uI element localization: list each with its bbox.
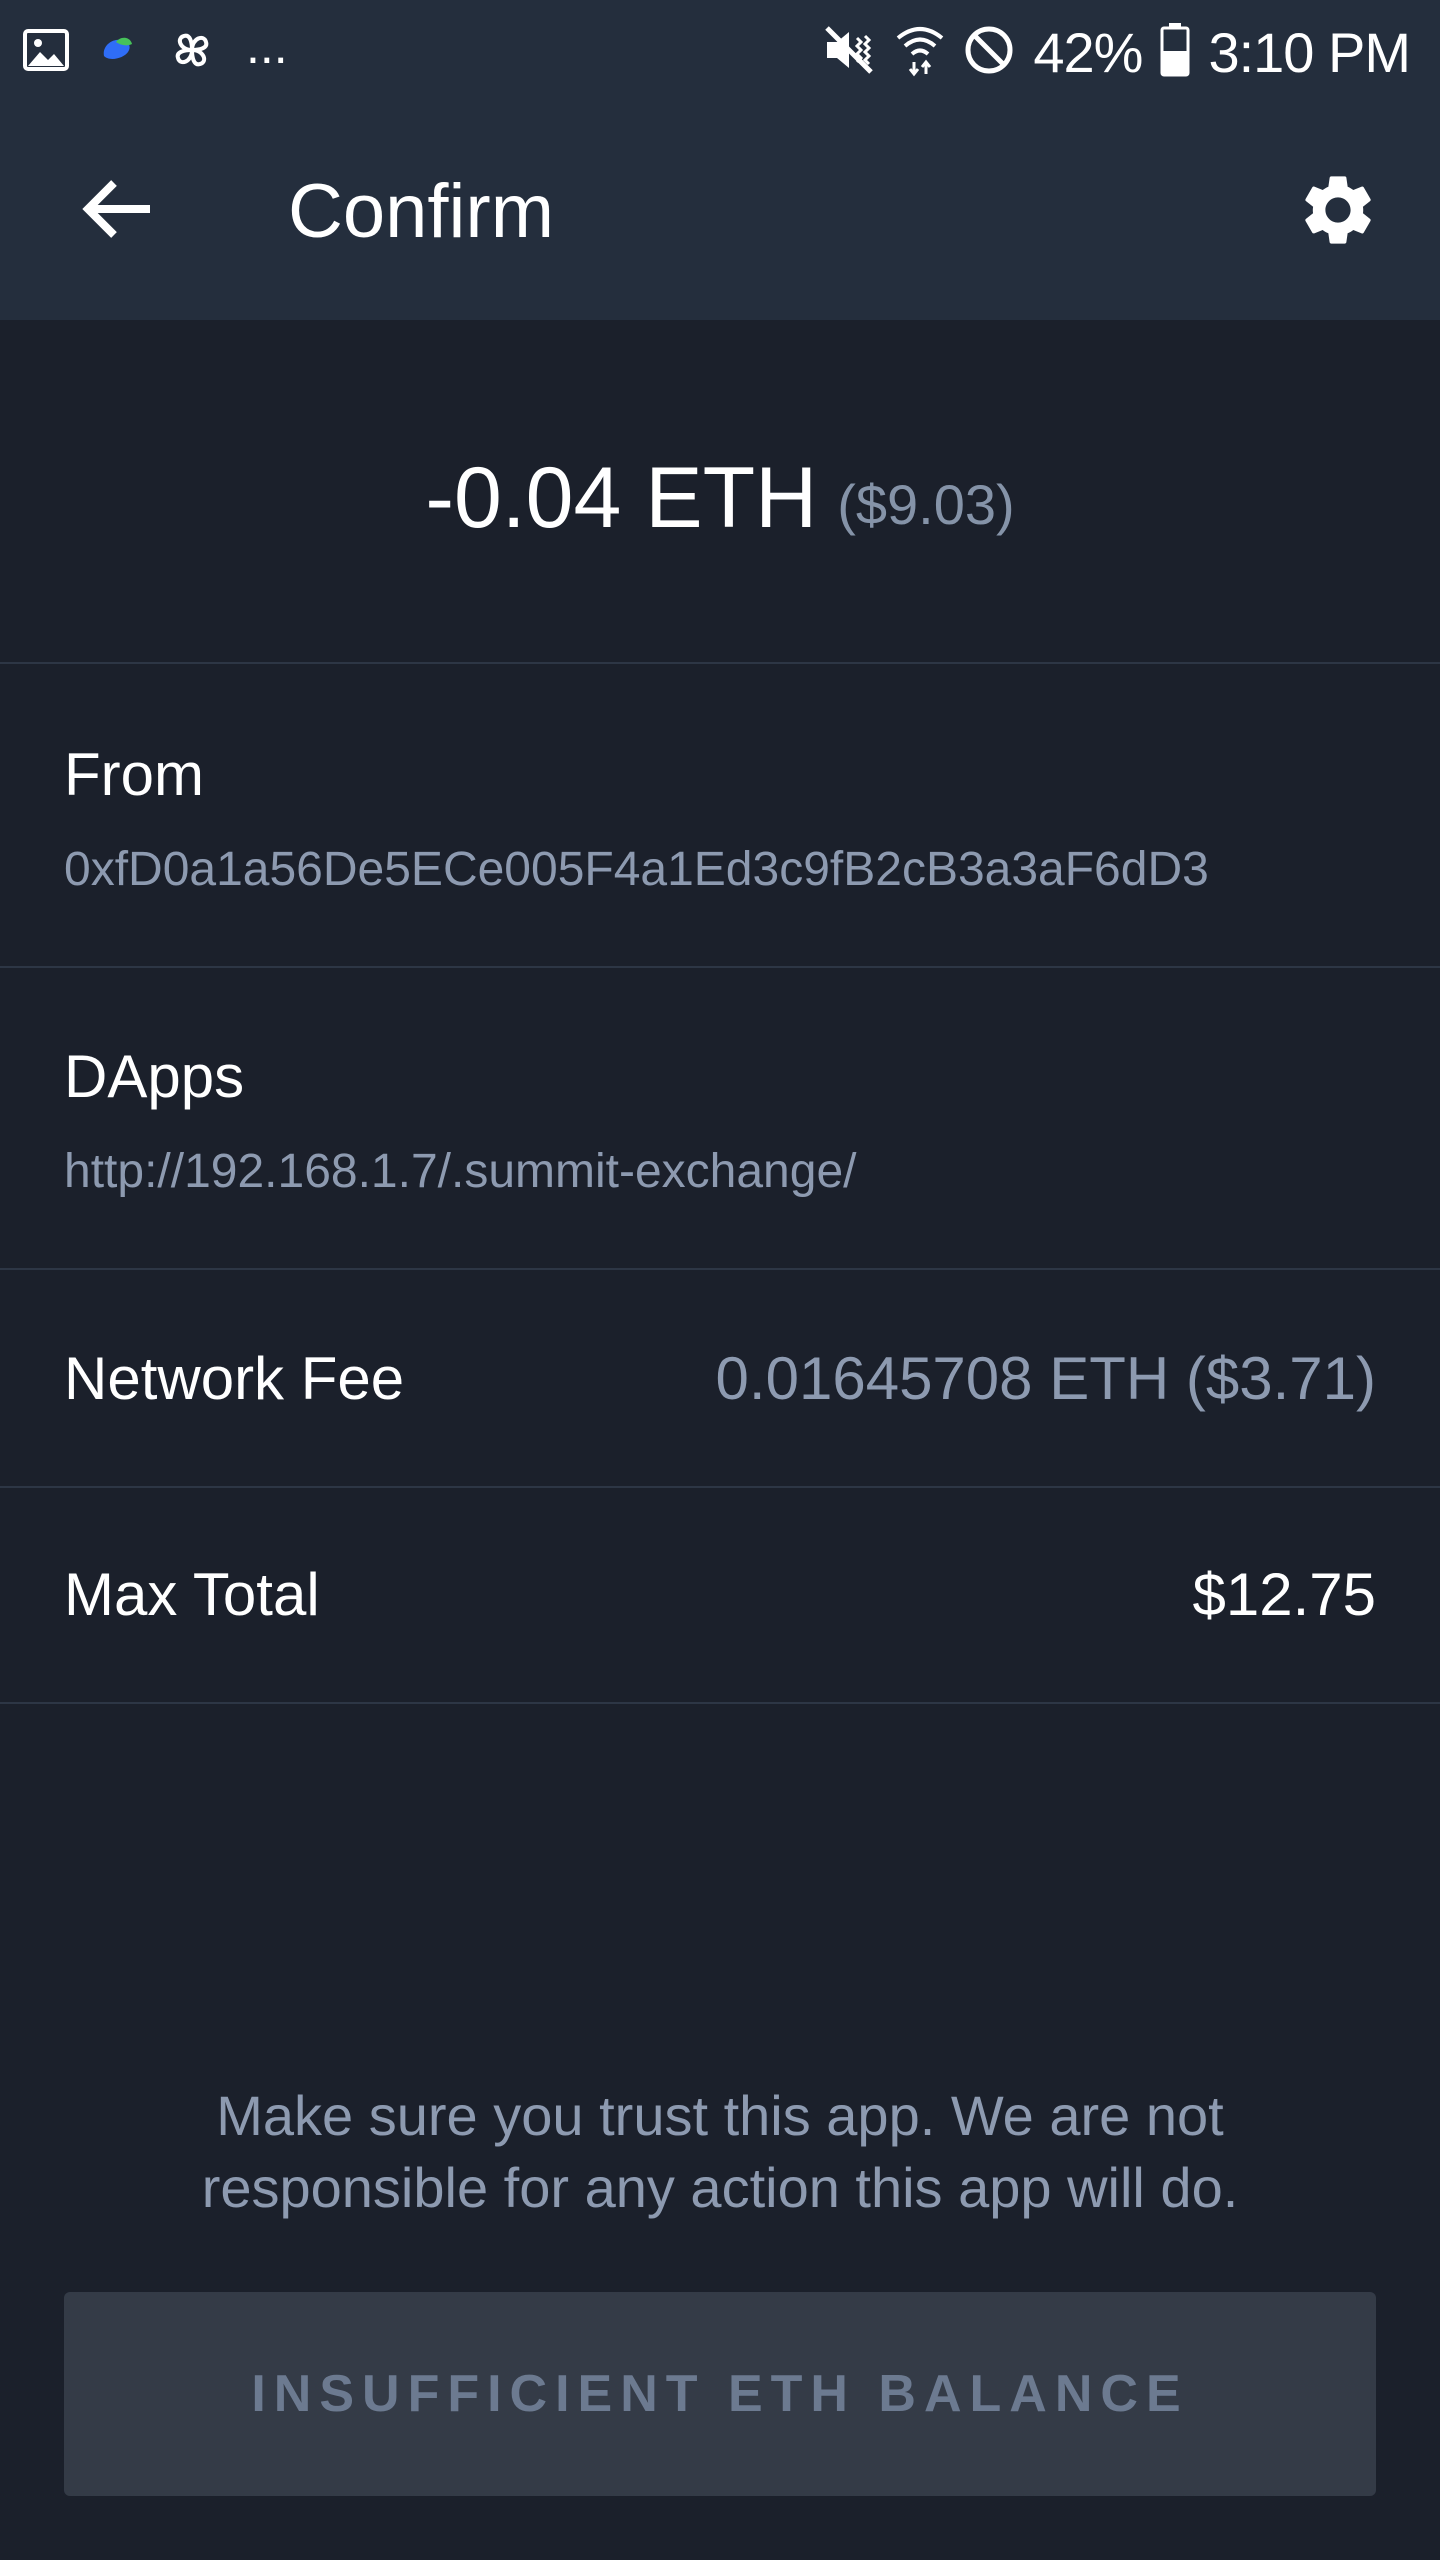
from-label: From	[64, 741, 204, 808]
do-not-disturb-icon	[963, 24, 1015, 81]
network-fee-value: 0.01645708 ETH ($3.71)	[715, 1345, 1376, 1412]
gallery-icon	[22, 26, 70, 79]
from-address: 0xfD0a1a56De5ECe005F4a1Ed3c9fB2cB3a3aF6d…	[64, 843, 1209, 896]
trust-warning-line-1: Make sure you trust this app. We are not	[216, 2084, 1224, 2147]
status-bar-right: 42% 3:10 PM	[821, 18, 1411, 86]
clock: 3:10 PM	[1208, 20, 1411, 84]
max-total-label: Max Total	[64, 1561, 320, 1628]
battery-percent: 42%	[1033, 20, 1143, 84]
page-title: Confirm	[288, 169, 555, 254]
trust-warning-line-2: responsible for any action this app will…	[201, 2156, 1239, 2219]
max-total-value: $12.75	[1192, 1561, 1376, 1628]
insufficient-balance-button[interactable]: INSUFFICIENT ETH BALANCE	[64, 2292, 1376, 2496]
app-bar: Confirm	[0, 104, 1440, 320]
pinwheel-icon	[166, 24, 218, 81]
transaction-amount-fiat: ($9.03)	[837, 472, 1015, 536]
battery-icon	[1160, 22, 1190, 82]
max-total-row: Max Total $12.75	[0, 1488, 1440, 1704]
app-blob-icon	[98, 30, 138, 75]
transaction-amount-section: -0.04 ETH ($9.03)	[0, 320, 1440, 664]
status-bar-left: ...	[22, 18, 288, 82]
back-button[interactable]	[62, 156, 172, 266]
status-bar: ... 42% 3:10 PM	[0, 0, 1440, 104]
arrow-left-icon	[80, 177, 154, 246]
dapps-row: DApps http://192.168.1.7/.summit-exchang…	[0, 968, 1440, 1270]
from-row: From 0xfD0a1a56De5ECe005F4a1Ed3c9fB2cB3a…	[0, 666, 1440, 968]
more-notifications-indicator: ...	[246, 18, 288, 74]
network-fee-label: Network Fee	[64, 1345, 405, 1412]
transaction-amount: -0.04 ETH	[425, 449, 818, 546]
trust-warning: Make sure you trust this app. We are not…	[80, 2080, 1360, 2224]
mute-vibrate-icon	[821, 22, 877, 83]
gear-icon	[1296, 168, 1380, 257]
dapps-label: DApps	[64, 1043, 245, 1110]
wifi-icon	[895, 22, 945, 83]
settings-button[interactable]	[1278, 152, 1398, 272]
network-fee-row[interactable]: Network Fee 0.01645708 ETH ($3.71)	[0, 1270, 1440, 1488]
dapps-url: http://192.168.1.7/.summit-exchange/	[64, 1145, 857, 1198]
